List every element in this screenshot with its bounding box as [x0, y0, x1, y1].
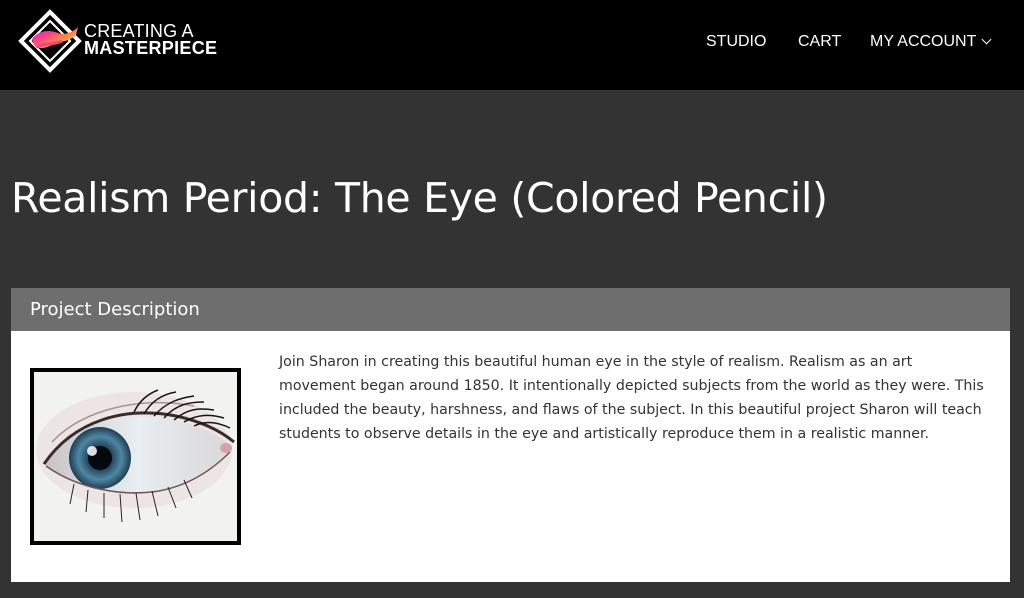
logo-diamond-icon: [18, 9, 82, 73]
nav-item-studio[interactable]: STUDIO: [706, 33, 766, 51]
page-title: Realism Period: The Eye (Colored Pencil): [11, 174, 828, 222]
site-logo[interactable]: CREATING A MASTERPIECE: [18, 9, 218, 73]
project-description-text: Join Sharon in creating this beautiful h…: [279, 354, 984, 442]
chevron-down-icon: [981, 34, 992, 45]
eye-drawing-image: [30, 368, 241, 545]
logo-wordmark: CREATING A MASTERPIECE: [84, 22, 218, 58]
nav-item-label: MY ACCOUNT: [870, 33, 977, 50]
site-header: CREATING A MASTERPIECE STUDIO CART MY AC…: [0, 0, 1024, 90]
nav-item-label: CART: [798, 33, 842, 50]
project-description-panel: Project Description Join Sharon in creat…: [11, 288, 1010, 582]
logo-line-2: MASTERPIECE: [84, 38, 218, 58]
nav-item-my-account[interactable]: MY ACCOUNT: [870, 33, 992, 51]
nav-item-cart[interactable]: CART: [798, 33, 841, 51]
eye-illustration: [34, 372, 237, 541]
nav-item-label: STUDIO: [706, 33, 767, 50]
panel-header: Project Description: [11, 288, 1010, 331]
